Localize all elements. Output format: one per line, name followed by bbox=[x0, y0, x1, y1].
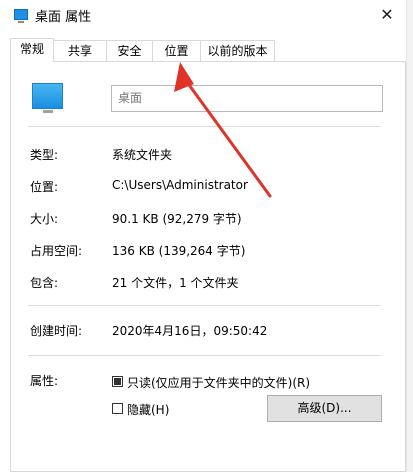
type-value: 系统文件夹 bbox=[112, 148, 173, 162]
type-label: 类型: bbox=[30, 148, 59, 162]
created-value: 2020年4月16日，09:50:42 bbox=[112, 324, 268, 338]
window-border bbox=[406, 0, 413, 472]
location-label: 位置: bbox=[30, 180, 59, 194]
readonly-label[interactable]: 只读(仅应用于文件夹中的文件)(R) bbox=[127, 374, 310, 391]
folder-icon bbox=[14, 9, 28, 23]
created-label: 创建时间: bbox=[30, 324, 83, 338]
divider bbox=[28, 355, 381, 356]
contains-value: 21 个文件，1 个文件夹 bbox=[112, 276, 239, 290]
attributes-label: 属性: bbox=[30, 374, 59, 388]
contains-label: 包含: bbox=[30, 276, 59, 290]
tab-sharing[interactable]: 共享 bbox=[53, 40, 107, 61]
tab-general[interactable]: 常规 bbox=[10, 38, 54, 62]
readonly-checkbox[interactable] bbox=[112, 376, 123, 387]
folder-icon bbox=[32, 83, 63, 113]
advanced-button[interactable]: 高级(D)... bbox=[267, 395, 382, 422]
size-value: 90.1 KB (92,279 字节) bbox=[112, 212, 242, 226]
divider bbox=[28, 305, 381, 306]
tab-location[interactable]: 位置 bbox=[152, 40, 201, 61]
location-value: C:\Users\Administrator bbox=[112, 178, 248, 192]
properties-window: 桌面 属性 ✕ 常规 共享 安全 位置 以前的版本 桌面 类型: 系统文件夹 位… bbox=[0, 0, 413, 472]
close-button[interactable]: ✕ bbox=[367, 0, 407, 30]
hidden-label[interactable]: 隐藏(H) bbox=[127, 401, 169, 418]
window-title: 桌面 属性 bbox=[35, 10, 92, 25]
size-label: 大小: bbox=[30, 212, 59, 226]
hidden-checkbox[interactable] bbox=[112, 403, 123, 414]
tab-security[interactable]: 安全 bbox=[106, 40, 153, 61]
tab-previous-versions[interactable]: 以前的版本 bbox=[200, 40, 275, 61]
title-bar[interactable]: 桌面 属性 ✕ bbox=[0, 0, 413, 30]
folder-name-field[interactable]: 桌面 bbox=[111, 85, 383, 112]
divider bbox=[28, 126, 381, 127]
size-on-disk-label: 占用空间: bbox=[30, 244, 83, 258]
size-on-disk-value: 136 KB (139,264 字节) bbox=[112, 244, 246, 258]
close-icon: ✕ bbox=[380, 5, 394, 24]
